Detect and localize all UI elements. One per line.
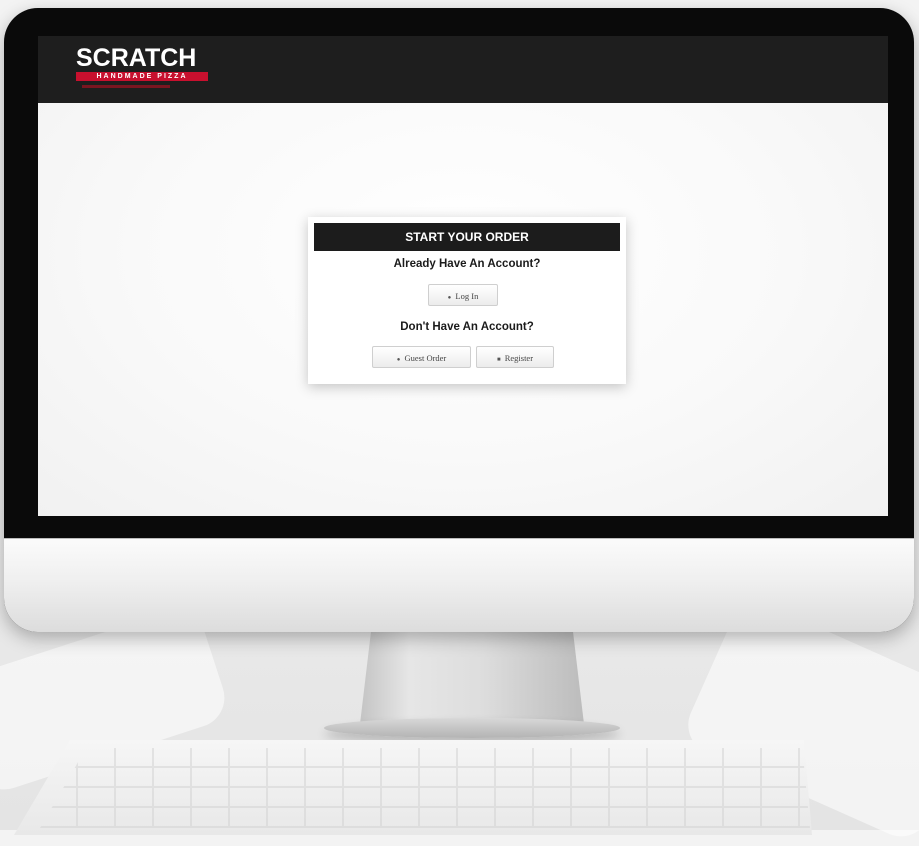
new-account-heading: Don't Have An Account? (400, 321, 534, 333)
monitor: SCRATCH HANDMADE PIZZA START YOUR ORDER … (4, 8, 914, 632)
logo-tagline: HANDMADE PIZZA (76, 72, 208, 81)
keyboard-keys (40, 748, 810, 828)
user-icon: ● (447, 295, 452, 301)
register-button-label: Register (504, 353, 534, 363)
user-icon: ● (396, 357, 401, 363)
guest-order-button-label: Guest Order (404, 353, 447, 363)
login-button-label: Log In (455, 291, 479, 301)
monitor-stand-base (324, 718, 620, 738)
start-order-panel: START YOUR ORDER Already Have An Account… (308, 217, 626, 384)
monitor-stand (360, 630, 584, 724)
existing-account-heading: Already Have An Account? (393, 258, 541, 270)
logo-subline-graphic (82, 85, 170, 88)
register-button[interactable]: ■ Register (476, 346, 554, 368)
panel-title: START YOUR ORDER (314, 223, 620, 251)
login-button[interactable]: ● Log In (428, 284, 498, 306)
logo-subline (76, 84, 208, 90)
register-icon: ■ (496, 357, 501, 363)
guest-order-button[interactable]: ● Guest Order (372, 346, 471, 368)
monitor-chin (4, 538, 914, 632)
screen: SCRATCH HANDMADE PIZZA START YOUR ORDER … (38, 36, 888, 516)
site-logo[interactable]: SCRATCH HANDMADE PIZZA (76, 46, 208, 90)
site-header: SCRATCH HANDMADE PIZZA (38, 36, 888, 103)
logo-wordmark: SCRATCH (76, 44, 197, 72)
